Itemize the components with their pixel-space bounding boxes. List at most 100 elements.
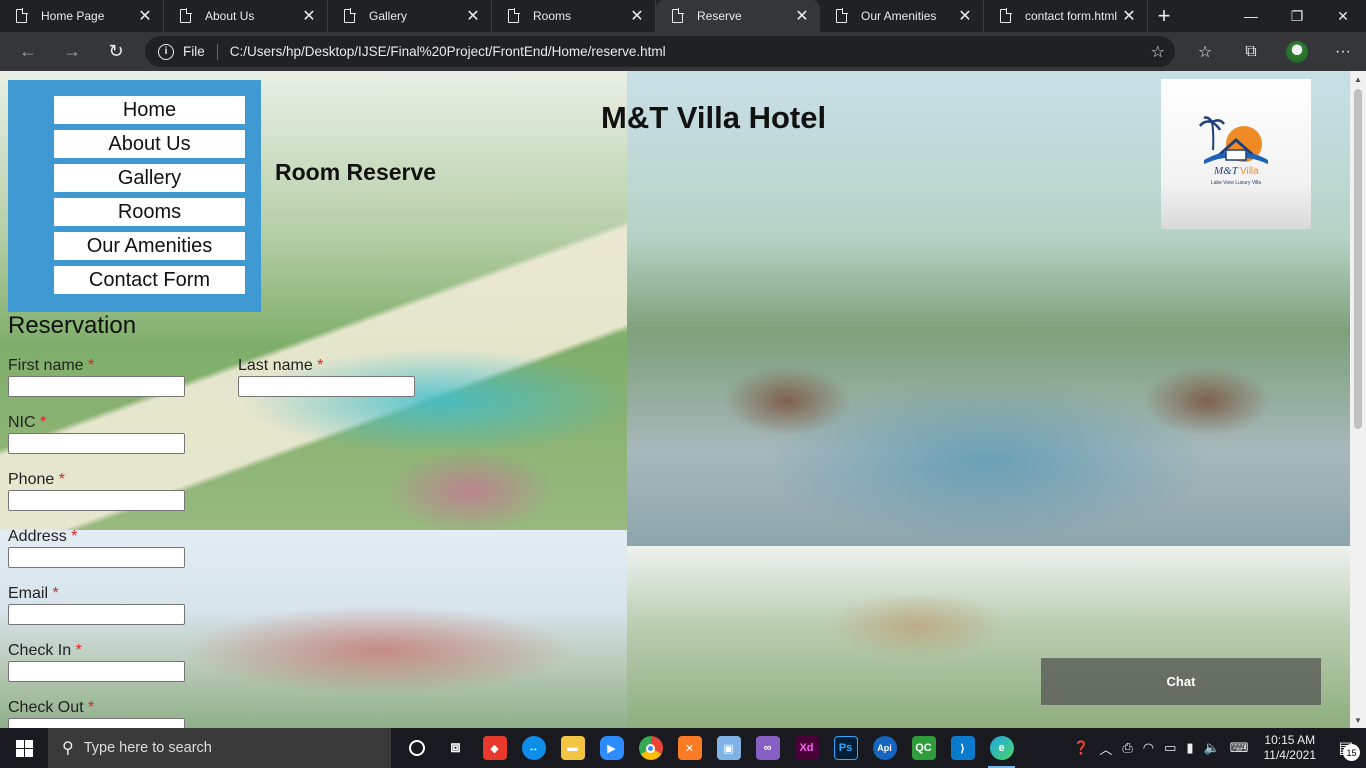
xampp-icon[interactable]: ✕ (670, 728, 709, 768)
display-icon[interactable]: ▭ (1159, 740, 1181, 756)
required-mark: * (317, 357, 324, 374)
tab-title: Home Page (41, 9, 105, 23)
chat-button[interactable]: Chat (1041, 658, 1321, 705)
address-input[interactable] (8, 547, 185, 568)
volume-icon[interactable]: 🔈 (1199, 740, 1225, 756)
tab-about-us[interactable]: About Us ✕ (164, 0, 328, 32)
scroll-down-icon[interactable]: ▼ (1350, 712, 1366, 728)
forward-button[interactable]: → (50, 32, 94, 71)
hotel-logo: M&T Villa Lake View Luxury Villa (1161, 79, 1311, 229)
menu-item-rooms[interactable]: Rooms (54, 198, 245, 226)
minimize-button[interactable]: — (1228, 0, 1274, 32)
close-icon[interactable]: ✕ (629, 6, 645, 26)
profile-avatar[interactable] (1286, 40, 1308, 63)
tab-home-page[interactable]: Home Page ✕ (0, 0, 164, 32)
tab-title: Reserve (697, 9, 742, 23)
meet-now-icon[interactable]: ⎙ (1117, 740, 1137, 756)
last-name-label: Last name * (238, 357, 323, 375)
teamviewer-icon[interactable]: ↔ (514, 728, 553, 768)
tab-title: Our Amenities (861, 9, 937, 23)
close-icon[interactable]: ✕ (301, 6, 317, 26)
close-icon[interactable]: ✕ (957, 6, 973, 26)
tab-rooms[interactable]: Rooms ✕ (492, 0, 656, 32)
file-explorer-icon[interactable]: ▬ (553, 728, 592, 768)
check-in-label: Check In * (8, 642, 82, 660)
photoshop-icon[interactable]: Ps (826, 728, 865, 768)
check-out-input[interactable] (8, 718, 185, 728)
menu-item-our-amenities[interactable]: Our Amenities (54, 232, 245, 260)
menu-item-contact-form[interactable]: Contact Form (54, 266, 245, 294)
close-window-button[interactable]: ✕ (1320, 0, 1366, 32)
logo-tagline: Lake View Luxury Villa (1211, 180, 1261, 186)
check-out-label-text: Check Out (8, 699, 84, 716)
nic-input[interactable] (8, 433, 185, 454)
adobe-xd-icon[interactable]: Xd (787, 728, 826, 768)
chrome-icon[interactable] (631, 728, 670, 768)
anydesk-icon[interactable]: ◆ (475, 728, 514, 768)
phone-input[interactable] (8, 490, 185, 511)
api-tool-icon[interactable]: Api (865, 728, 904, 768)
tab-gallery[interactable]: Gallery ✕ (328, 0, 492, 32)
logo-brand: M&T (1213, 165, 1239, 177)
email-input[interactable] (8, 604, 185, 625)
keyboard-icon[interactable]: ⌨ (1225, 740, 1254, 756)
task-view-icon[interactable]: ⧈ (436, 728, 475, 768)
email-label-text: Email (8, 585, 49, 602)
favorites-icon[interactable]: ☆ (1182, 42, 1228, 62)
info-icon[interactable]: i (158, 43, 174, 60)
chevron-up-icon[interactable]: ︿ (1094, 739, 1117, 758)
edge-icon[interactable]: e (982, 728, 1021, 768)
restore-button[interactable]: ❐ (1274, 0, 1320, 32)
check-out-label: Check Out * (8, 699, 94, 717)
visual-studio-icon[interactable]: ∞ (748, 728, 787, 768)
zoom-icon[interactable]: ▶ (592, 728, 631, 768)
wifi-icon[interactable]: ◠ (1138, 740, 1159, 756)
clock-time: 10:15 AM (1264, 733, 1316, 747)
menu-item-about-us[interactable]: About Us (54, 130, 245, 158)
close-icon[interactable]: ✕ (1121, 6, 1137, 26)
more-icon[interactable]: ··· (1320, 43, 1366, 61)
help-icon[interactable]: ❓ (1068, 740, 1094, 756)
windows-icon (15, 739, 33, 757)
add-favorite-icon[interactable]: ☆ (1151, 42, 1165, 62)
notification-center[interactable]: ▤ 15 (1326, 728, 1366, 768)
menu-item-home[interactable]: Home (54, 96, 245, 124)
phone-label-text: Phone (8, 471, 55, 488)
new-tab-button[interactable]: + (1148, 0, 1180, 32)
check-in-label-text: Check In (8, 642, 72, 659)
last-name-input[interactable] (238, 376, 415, 397)
close-icon[interactable]: ✕ (465, 6, 481, 26)
clock[interactable]: 10:15 AM 11/4/2021 (1254, 733, 1327, 763)
address-label: Address * (8, 528, 77, 546)
page-icon (1000, 8, 1012, 23)
battery-icon[interactable]: ▮ (1181, 740, 1198, 756)
scrollbar-thumb[interactable] (1354, 89, 1362, 429)
collections-icon[interactable]: ⧉ (1228, 43, 1274, 61)
tab-title: Gallery (369, 9, 408, 23)
reload-button[interactable]: ↻ (94, 32, 138, 71)
tab-title: About Us (205, 9, 255, 23)
required-mark: * (52, 585, 59, 602)
reservation-form-title: Reservation (8, 312, 137, 339)
menu-item-gallery[interactable]: Gallery (54, 164, 245, 192)
virtualbox-icon[interactable]: ▣ (709, 728, 748, 768)
url-text[interactable]: C:/Users/hp/Desktop/IJSE/Final%20Project… (230, 44, 666, 59)
close-icon[interactable]: ✕ (137, 6, 153, 26)
cortana-icon[interactable] (397, 728, 436, 768)
vscode-icon[interactable]: ⟩ (943, 728, 982, 768)
back-button[interactable]: ← (6, 32, 50, 71)
page-scrollbar[interactable]: ▲ ▼ (1350, 71, 1366, 728)
tab-our-amenities[interactable]: Our Amenities ✕ (820, 0, 984, 32)
scroll-up-icon[interactable]: ▲ (1350, 71, 1366, 87)
check-in-input[interactable] (8, 661, 185, 682)
tab-reserve[interactable]: Reserve ✕ (656, 0, 820, 32)
main-menu: Home About Us Gallery Rooms Our Amenitie… (8, 80, 261, 312)
browser-toolbar: ← → ↻ i File C:/Users/hp/Desktop/IJSE/Fi… (0, 32, 1366, 71)
start-button[interactable] (0, 728, 48, 768)
first-name-input[interactable] (8, 376, 185, 397)
taskbar-search[interactable]: ⚲ Type here to search (48, 728, 391, 768)
address-bar[interactable]: i File C:/Users/hp/Desktop/IJSE/Final%20… (145, 36, 1175, 67)
close-icon[interactable]: ✕ (794, 6, 810, 26)
qc-app-icon[interactable]: QC (904, 728, 943, 768)
tab-contact-form[interactable]: contact form.html ✕ (984, 0, 1148, 32)
